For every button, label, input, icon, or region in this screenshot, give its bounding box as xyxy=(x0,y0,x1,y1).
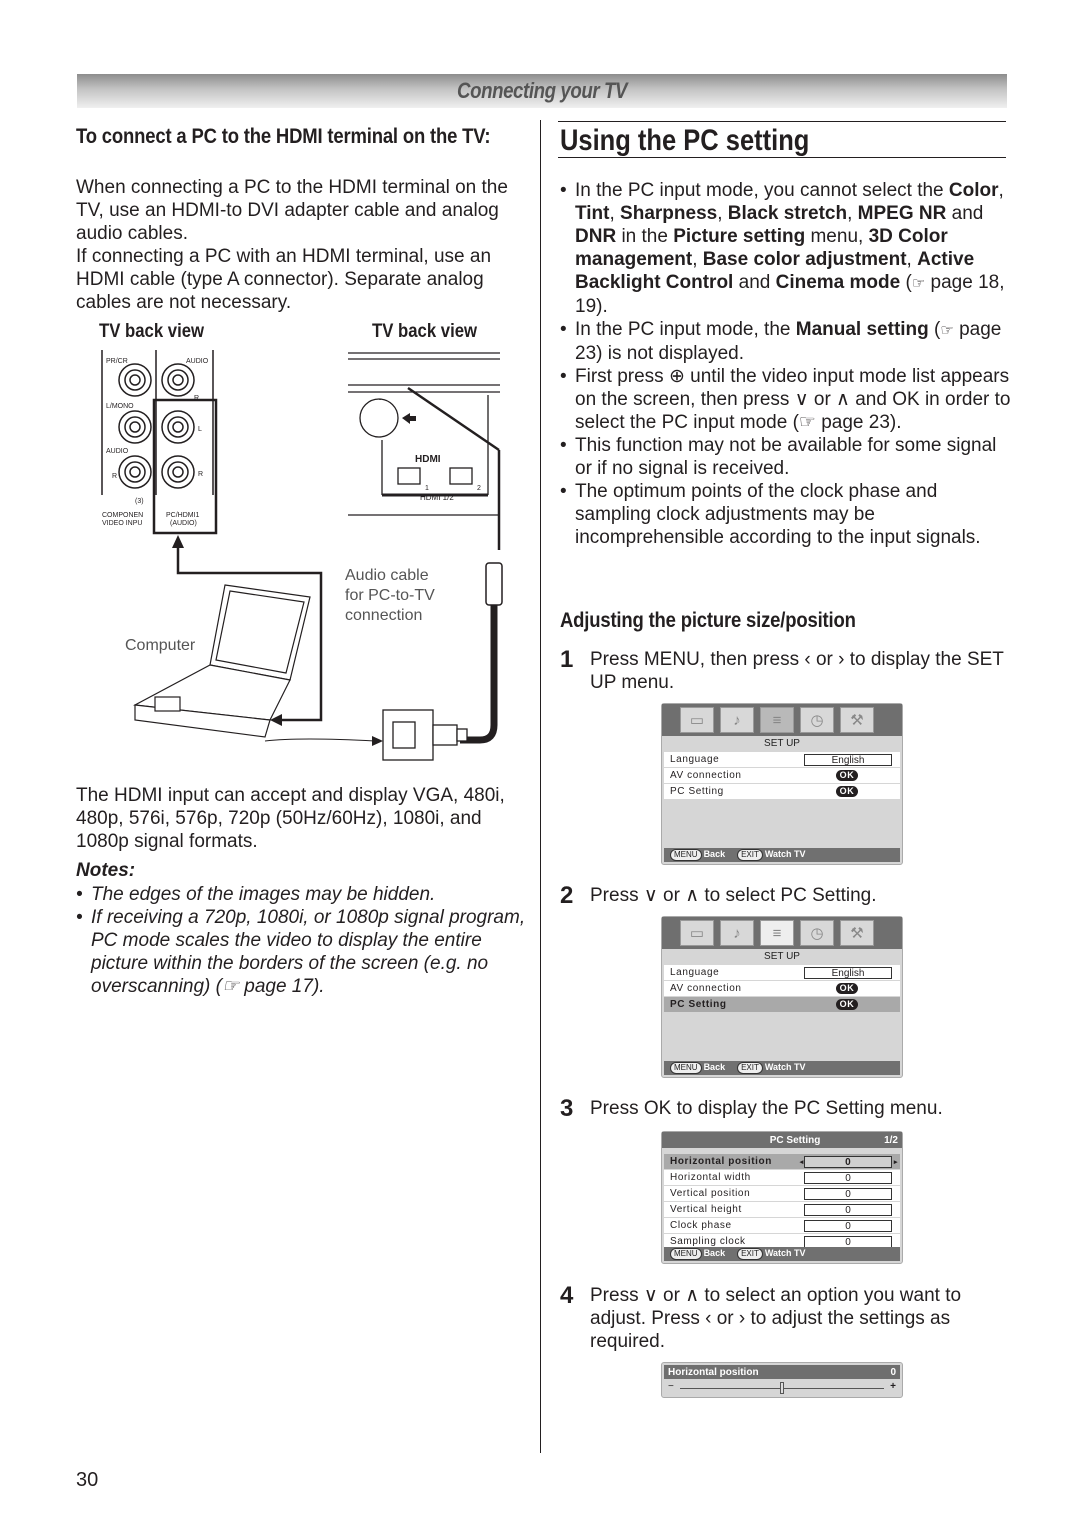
osd-setup-menu: ▭ ♪ ≡ ◷ ⚒ SET UP Language English AV conn… xyxy=(661,703,903,865)
left-para-3: The HDMI input can accept and display VG… xyxy=(76,785,505,852)
step-2: 2 Press ∨ or ∧ to select PC Setting. xyxy=(560,882,877,909)
osd-title: SET UP xyxy=(764,738,800,749)
notes-list: The edges of the images may be hidden. I… xyxy=(76,883,526,998)
osd-slider-panel: Horizontal position 0 − + xyxy=(661,1362,903,1398)
osd-pc-setting-menu: PC Setting 1/2 Horizontal position ◂ 0 ▸ Ho… xyxy=(661,1131,903,1264)
bullet-item: The optimum points of the clock phase an… xyxy=(560,480,1015,549)
sound-icon: ♪ xyxy=(720,920,754,946)
hdmi-input-label: HDMI 1/2 xyxy=(420,493,454,502)
osd-page-indicator: 1/2 xyxy=(884,1134,898,1146)
notes-title: Notes: xyxy=(76,860,136,881)
osd-row-horizontal-width[interactable]: Horizontal width 0 xyxy=(664,1170,900,1185)
jack-label-lmono: L/MONO xyxy=(106,403,134,410)
bullet-item: In the PC input mode, the Manual setting… xyxy=(560,318,1015,365)
plus-icon: + xyxy=(890,1381,896,1392)
osd-row-clock-phase[interactable]: Clock phase 0 xyxy=(664,1218,900,1233)
hdmi-port-1: 1 xyxy=(425,485,429,492)
setup-icon: ≡ xyxy=(760,707,794,733)
computer-label: Computer xyxy=(125,637,196,654)
audio-cable-label-line3: connection xyxy=(345,607,422,624)
jack-label-audio2: AUDIO xyxy=(106,448,129,455)
osd-row-horizontal-position[interactable]: Horizontal position ◂ 0 ▸ xyxy=(664,1154,900,1169)
hdmi-plug-icon xyxy=(485,562,503,606)
jack-panel xyxy=(101,350,218,535)
page-number: 30 xyxy=(76,1469,99,1491)
picture-icon: ▭ xyxy=(680,920,714,946)
right-title: Using the PC setting xyxy=(560,124,810,157)
jack-label-audio: AUDIO xyxy=(186,358,209,365)
osd-row-language[interactable]: Language English xyxy=(664,752,900,767)
jack-label-prcr: PR/CR xyxy=(106,358,128,365)
section-header-bar: Connecting your TV xyxy=(77,74,1007,108)
osd-row-language[interactable]: Language English xyxy=(664,965,900,980)
connection-diagram: PR/CR AUDIO R L/MONO L AUDIO R R (3) COM… xyxy=(101,350,503,761)
note-item: The edges of the images may be hidden. xyxy=(76,883,526,906)
osd-row-av-connection[interactable]: AV connection OK xyxy=(664,981,900,996)
pointing-hand-icon: ☞ xyxy=(911,275,926,292)
osd-icon-bar: ▭ ♪ ≡ ◷ ⚒ xyxy=(662,704,902,736)
bullet-item: This function may not be available for s… xyxy=(560,434,1015,480)
osd-footer: MENU Back EXIT Watch TV xyxy=(664,848,900,862)
section-title: Connecting your TV xyxy=(457,78,627,103)
audio-cable-label-line1: Audio cable xyxy=(345,567,429,584)
jack-label-r1: R xyxy=(194,395,199,402)
laptop-icon xyxy=(133,584,311,738)
note-item: If receiving a 720p, 1080i, or 1080p sig… xyxy=(76,906,526,998)
timer-icon: ◷ xyxy=(800,920,834,946)
step-4: 4 Press ∨ or ∧ to select an option you w… xyxy=(560,1282,962,1353)
tv-back-view-label-left: TV back view xyxy=(99,321,205,342)
audio-cable-label-line2: for PC-to-TV xyxy=(345,587,435,604)
osd-row-vertical-height[interactable]: Vertical height 0 xyxy=(664,1202,900,1217)
jack-label-video-input: VIDEO INPU xyxy=(102,520,142,527)
osd-row-vertical-position[interactable]: Vertical position 0 xyxy=(664,1186,900,1201)
hdmi-port-2: 2 xyxy=(477,485,481,492)
title-bottom-rule xyxy=(558,157,1006,158)
bullet-item: In the PC input mode, you cannot select … xyxy=(560,179,1015,318)
pc-setting-bullets: In the PC input mode, you cannot select … xyxy=(560,179,1015,549)
timer-icon: ◷ xyxy=(800,707,834,733)
adjusting-subheading: Adjusting the picture size/position xyxy=(560,609,856,632)
left-para-2: If connecting a PC with an HDMI terminal… xyxy=(76,246,492,313)
pointing-hand-icon: ☞ xyxy=(940,322,954,339)
tv-back-view-label-right: TV back view xyxy=(372,321,478,342)
sound-icon: ♪ xyxy=(720,707,754,733)
step-text: Press MENU, then press ‹ or › to display… xyxy=(590,649,1004,693)
jack-label-r2: R xyxy=(112,473,117,480)
jack-label-pc-hdmi1: PC/HDMI1 xyxy=(166,512,200,519)
left-para-1: When connecting a PC to the HDMI termina… xyxy=(76,177,508,244)
osd-pc-header: PC Setting 1/2 xyxy=(662,1132,902,1148)
horizontal-position-slider[interactable]: − + xyxy=(662,1379,902,1397)
hdmi-logo: HDMI xyxy=(415,454,441,465)
jack-label-3: (3) xyxy=(135,498,144,505)
bullet-item: First press ⊕ until the video input mode… xyxy=(560,365,1015,434)
step-3: 3 Press OK to display the PC Setting men… xyxy=(560,1095,943,1122)
arrow-up-icon xyxy=(172,535,184,548)
osd-row-pc-setting[interactable]: PC Setting OK xyxy=(664,784,900,799)
left-heading: To connect a PC to the HDMI terminal on … xyxy=(76,125,491,148)
arrow-left-icon xyxy=(402,413,416,424)
picture-icon: ▭ xyxy=(680,707,714,733)
jack-label-r3: R xyxy=(198,471,203,478)
column-divider xyxy=(540,120,541,1453)
osd-setup-menu-selected: ▭ ♪ ≡ ◷ ⚒ SET UP Language English AV conn… xyxy=(661,916,903,1078)
step-1: 1 Press MENU, then press ‹ or › to displ… xyxy=(560,648,1010,694)
osd-row-pc-setting-highlighted[interactable]: PC Setting OK xyxy=(664,997,900,1012)
step-number: 1 xyxy=(560,646,574,673)
jack-label-l: L xyxy=(198,426,202,433)
dvi-connector-icon xyxy=(382,709,468,761)
jack-label-component: COMPONEN xyxy=(102,512,143,519)
wrench-icon: ⚒ xyxy=(840,920,874,946)
jack-label-audio3: (AUDIO) xyxy=(170,520,197,527)
slider-value: 0 xyxy=(890,1366,896,1378)
slider-label: Horizontal position xyxy=(668,1366,759,1378)
setup-icon: ≡ xyxy=(760,920,794,946)
wrench-icon: ⚒ xyxy=(840,707,874,733)
slider-thumb[interactable] xyxy=(780,1382,784,1394)
title-top-rule xyxy=(558,121,1006,122)
osd-row-av-connection[interactable]: AV connection OK xyxy=(664,768,900,783)
minus-icon: − xyxy=(668,1381,674,1392)
